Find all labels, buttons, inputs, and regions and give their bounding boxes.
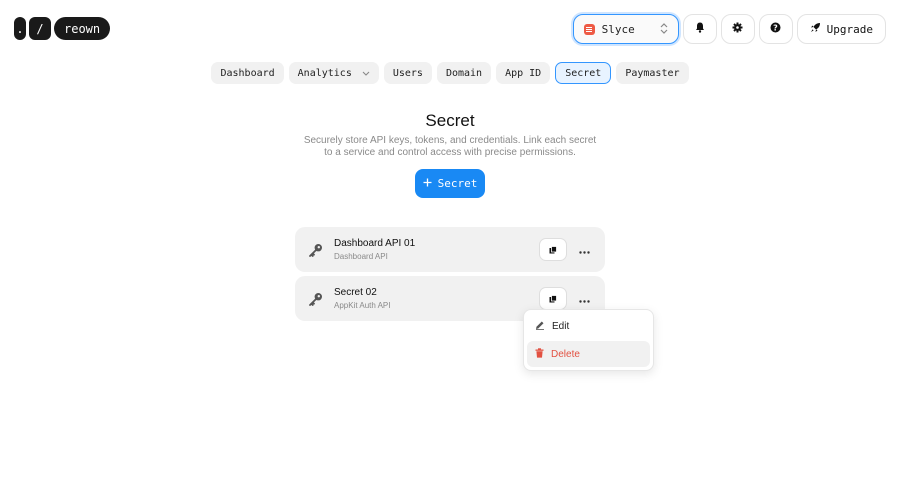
- tab-app-id[interactable]: App ID: [496, 62, 551, 84]
- nav-tabs: Dashboard Analytics Users Domain App ID …: [0, 62, 900, 84]
- tab-secret[interactable]: Secret: [555, 62, 612, 84]
- chevron-up-down-icon: [660, 22, 668, 36]
- pencil-icon: [535, 320, 545, 333]
- svg-text:?: ?: [773, 23, 778, 32]
- upgrade-button[interactable]: Upgrade: [796, 14, 886, 44]
- project-name: Slyce: [601, 22, 635, 36]
- menu-item-delete-label: Delete: [551, 348, 580, 360]
- tab-paymaster[interactable]: Paymaster: [616, 62, 689, 84]
- key-icon: [309, 243, 323, 257]
- help-button[interactable]: ?: [758, 14, 793, 44]
- copy-button[interactable]: [539, 238, 567, 261]
- add-secret-button[interactable]: Secret: [415, 169, 485, 198]
- secret-name: Dashboard API 01: [334, 238, 416, 249]
- menu-item-edit[interactable]: Edit: [527, 313, 650, 339]
- tab-analytics[interactable]: Analytics: [288, 62, 379, 84]
- copy-icon: [549, 290, 557, 308]
- bell-icon: [695, 20, 705, 38]
- secret-row[interactable]: Dashboard API 01 Dashboard API: [295, 227, 605, 272]
- copy-icon: [549, 241, 557, 259]
- logo-dot: .: [14, 17, 26, 40]
- menu-item-edit-label: Edit: [552, 320, 570, 332]
- tab-dashboard[interactable]: Dashboard: [211, 62, 284, 84]
- trash-icon: [535, 347, 544, 361]
- copy-button[interactable]: [539, 287, 567, 310]
- menu-item-delete[interactable]: Delete: [527, 341, 650, 367]
- secret-list: Dashboard API 01 Dashboard API Secret 02…: [295, 227, 605, 321]
- help-icon: ?: [770, 20, 781, 38]
- secret-name: Secret 02: [334, 287, 377, 298]
- chevron-down-icon: [362, 69, 370, 78]
- secret-context-menu: Edit Delete: [523, 309, 654, 371]
- add-secret-label: Secret: [437, 177, 478, 190]
- secret-service: Dashboard API: [334, 252, 388, 261]
- tab-users[interactable]: Users: [383, 62, 432, 84]
- more-horizontal-icon: [578, 243, 590, 257]
- tab-domain[interactable]: Domain: [436, 62, 492, 84]
- more-options-button[interactable]: [573, 238, 595, 261]
- page-title: Secret: [425, 111, 475, 130]
- more-horizontal-icon: [578, 292, 590, 306]
- project-selector[interactable]: Slyce: [572, 14, 679, 44]
- logo-slash: /: [29, 17, 51, 40]
- key-icon: [309, 292, 323, 306]
- project-icon: [583, 23, 595, 35]
- page-subtitle: Securely store API keys, tokens, and cre…: [303, 135, 597, 158]
- gear-icon: [732, 20, 743, 38]
- rocket-icon: [810, 22, 821, 36]
- notifications-button[interactable]: [682, 14, 717, 44]
- plus-icon: [423, 178, 432, 190]
- reown-logo[interactable]: . / reown: [14, 17, 111, 40]
- upgrade-label: Upgrade: [826, 22, 873, 36]
- secret-service: AppKit Auth API: [334, 301, 391, 310]
- logo-word: reown: [54, 17, 111, 40]
- settings-button[interactable]: [720, 14, 755, 44]
- more-options-button[interactable]: [573, 287, 595, 310]
